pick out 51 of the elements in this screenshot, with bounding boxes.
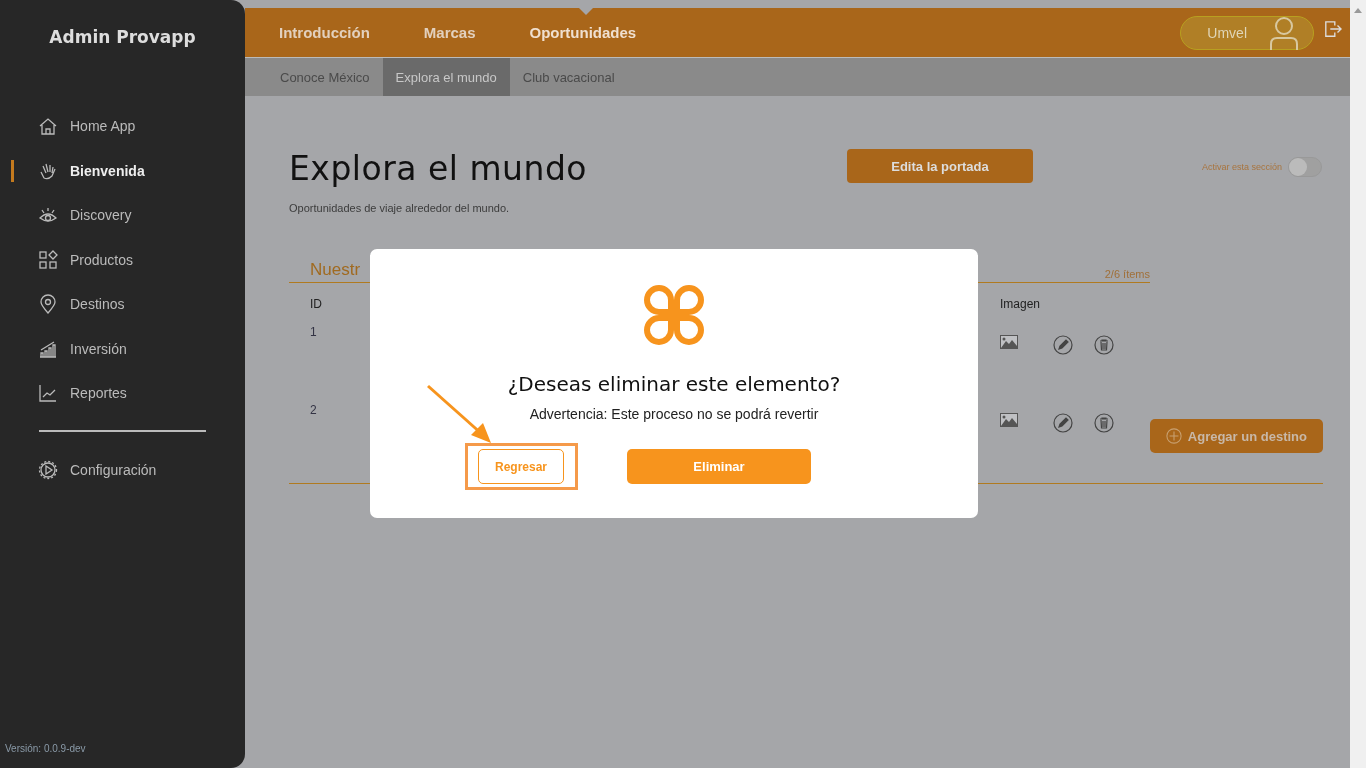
column-header: Imagen (1000, 297, 1041, 311)
table-cell: 1 (310, 325, 317, 339)
user-icon (1267, 15, 1301, 50)
image-icon[interactable] (1000, 335, 1018, 349)
column-header: ID (310, 297, 322, 311)
grid-icon (38, 249, 58, 270)
top-tab[interactable]: Marcas (423, 24, 476, 41)
sidebar-item[interactable]: Reportes (0, 371, 245, 416)
table-cell: 2 (310, 403, 317, 417)
sidebar-item[interactable]: Discovery (0, 193, 245, 238)
sub-tab[interactable]: Club vacacional (509, 58, 628, 96)
sidebar-item[interactable]: Inversión (0, 326, 245, 371)
delete-button[interactable]: Eliminar (627, 449, 811, 484)
user-name: Umvel (1207, 24, 1247, 41)
sidebar-item[interactable]: Productos (0, 237, 245, 282)
section-toggle[interactable] (1288, 157, 1322, 177)
edit-cover-button[interactable]: Edita la portada (847, 149, 1033, 183)
table-heading: Nuestr (310, 260, 361, 280)
app-title: Admin Provapp (48, 26, 197, 49)
add-destination-button[interactable]: Agregar un destino (1149, 419, 1323, 453)
top-tab[interactable]: Oportunidades (529, 24, 637, 41)
sidebar-item[interactable]: Home App (0, 104, 245, 149)
image-icon[interactable] (1000, 413, 1018, 427)
toggle-label: Activar esta sección (1201, 162, 1282, 172)
edit-icon[interactable] (1053, 335, 1073, 355)
scroll-up-icon[interactable] (1354, 8, 1362, 13)
clover-logo (641, 282, 707, 348)
sidebar-item[interactable]: Bienvenida (0, 148, 245, 193)
sidebar-item[interactable]: Destinos (0, 282, 245, 327)
item-count: 2/6 ítems (1104, 268, 1150, 280)
settings-icon (38, 459, 58, 480)
user-chip[interactable]: Umvel (1180, 15, 1314, 50)
trend-icon (38, 383, 58, 404)
version-label: Versión: 0.0.9-dev (4, 743, 87, 756)
back-button[interactable]: Regresar (478, 449, 564, 484)
pin-icon (38, 294, 58, 315)
delete-icon[interactable] (1094, 335, 1114, 355)
page-title: Explora el mundo (289, 149, 589, 188)
dialog-message: Advertencia: Este proceso no se podrá revertir (529, 406, 819, 422)
delete-icon[interactable] (1094, 413, 1114, 433)
sidebar-item[interactable]: Configuración (0, 447, 245, 492)
sub-tab[interactable]: Explora el mundo (382, 58, 510, 96)
sub-tab[interactable]: Conoce México (267, 58, 383, 96)
plus-icon (1165, 428, 1182, 444)
dialog-title: ¿Deseas eliminar este elemento? (507, 372, 841, 396)
edit-icon[interactable] (1053, 413, 1073, 433)
top-tab[interactable]: Introducción (279, 24, 370, 41)
page-subtitle: Oportunidades de viaje alrededor del mundo. (289, 202, 511, 214)
tab-pointer (579, 8, 593, 15)
logout-icon[interactable] (1324, 20, 1342, 38)
home-icon (38, 116, 58, 137)
